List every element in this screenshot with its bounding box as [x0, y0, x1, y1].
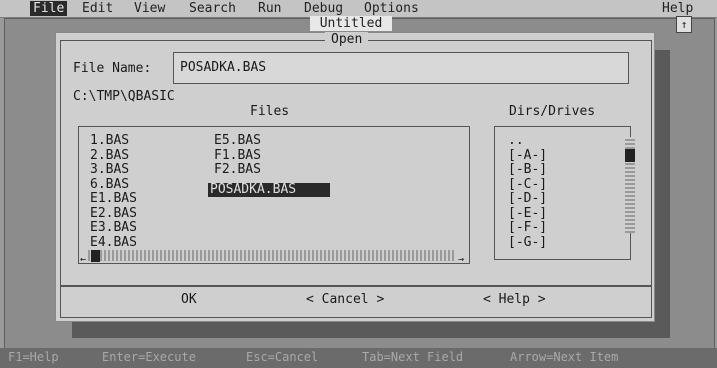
- menu-view[interactable]: View: [134, 1, 165, 16]
- files-horizontal-scrollbar[interactable]: [88, 250, 456, 261]
- files-column-2: E5.BAS F1.BAS F2.BAS POSADKA.BAS: [208, 133, 330, 197]
- menu-run[interactable]: Run: [258, 1, 281, 16]
- drive-item[interactable]: [-B-]: [508, 162, 547, 178]
- menu-edit[interactable]: Edit: [82, 1, 113, 16]
- drive-item[interactable]: [-F-]: [508, 220, 547, 236]
- file-item-selected[interactable]: POSADKA.BAS: [208, 182, 330, 197]
- menu-debug[interactable]: Debug: [304, 1, 343, 16]
- dirs-column: .. [-A-] [-B-] [-C-] [-D-] [-E-] [-F-] […: [508, 133, 547, 251]
- scroll-thumb-icon[interactable]: [625, 149, 635, 162]
- file-name-label: File Name:: [73, 61, 152, 76]
- menu-help[interactable]: Help: [662, 1, 693, 16]
- file-item[interactable]: F2.BAS: [214, 162, 330, 178]
- help-button[interactable]: < Help >: [483, 292, 546, 307]
- menu-options[interactable]: Options: [364, 1, 419, 16]
- files-label: Files: [250, 104, 290, 119]
- menu-search[interactable]: Search: [189, 1, 236, 16]
- scroll-left-arrow-icon[interactable]: ←: [80, 252, 86, 267]
- drive-item[interactable]: [-C-]: [508, 177, 547, 193]
- status-item: F1=Help: [8, 350, 59, 364]
- drive-item[interactable]: [-A-]: [508, 148, 547, 164]
- file-item[interactable]: 2.BAS: [90, 148, 137, 164]
- file-item[interactable]: F1.BAS: [214, 148, 330, 164]
- file-item[interactable]: E5.BAS: [214, 133, 330, 149]
- file-item[interactable]: E4.BAS: [90, 235, 137, 251]
- menu-file[interactable]: File: [30, 1, 68, 16]
- ok-button[interactable]: OK: [181, 292, 197, 307]
- drive-item[interactable]: [-E-]: [508, 206, 547, 222]
- dir-item[interactable]: ..: [508, 133, 547, 149]
- status-item: Enter=Execute: [102, 350, 196, 364]
- file-item[interactable]: 3.BAS: [90, 162, 137, 178]
- file-item[interactable]: 1.BAS: [90, 133, 137, 149]
- file-item[interactable]: E1.BAS: [90, 191, 137, 207]
- cancel-button[interactable]: < Cancel >: [306, 292, 384, 307]
- drive-item[interactable]: [-D-]: [508, 191, 547, 207]
- editor-title: Untitled: [310, 16, 392, 31]
- file-item[interactable]: 6.BAS: [90, 177, 137, 193]
- file-name-value[interactable]: POSADKA.BAS: [180, 60, 266, 75]
- status-item: Arrow=Next Item: [510, 350, 619, 364]
- scroll-right-arrow-icon[interactable]: →: [458, 252, 464, 267]
- maximize-arrow-icon[interactable]: ↑: [676, 16, 692, 33]
- files-column-1: 1.BAS 2.BAS 3.BAS 6.BAS E1.BAS E2.BAS E3…: [90, 133, 137, 251]
- drive-item[interactable]: [-G-]: [508, 235, 547, 251]
- file-item[interactable]: E3.BAS: [90, 220, 137, 236]
- scroll-thumb-icon[interactable]: [91, 250, 100, 262]
- dialog-title: Open: [325, 32, 369, 48]
- current-path: C:\TMP\QBASIC: [73, 89, 175, 104]
- dirs-drives-label: Dirs/Drives: [509, 104, 596, 119]
- file-item[interactable]: E2.BAS: [90, 206, 137, 222]
- status-item: Tab=Next Field: [362, 350, 464, 364]
- status-item: Esc=Cancel: [246, 350, 319, 364]
